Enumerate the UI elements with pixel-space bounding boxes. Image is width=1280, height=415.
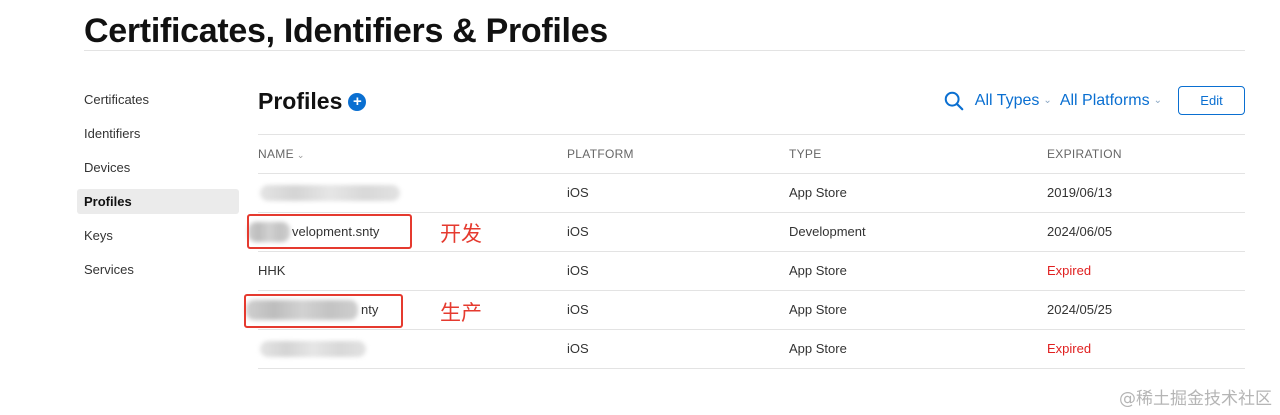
redacted-name xyxy=(260,341,366,357)
profiles-table: NAME ⌄ PLATFORM TYPE EXPIRATION iOS App S… xyxy=(246,134,1245,369)
filter-types-dropdown[interactable]: All Types ⌄ xyxy=(975,92,1052,110)
section-title: Profiles xyxy=(258,88,343,114)
table-row[interactable]: iOS App Store Expired xyxy=(258,330,1245,369)
column-header-expiration: EXPIRATION xyxy=(1047,147,1122,161)
profile-platform: iOS xyxy=(567,302,589,317)
profile-platform: iOS xyxy=(567,185,589,200)
annotation-box-prod xyxy=(244,294,403,328)
sidebar-item-keys[interactable]: Keys xyxy=(77,223,239,248)
title-divider xyxy=(84,50,1245,51)
profile-type: App Store xyxy=(789,302,847,317)
profile-platform: iOS xyxy=(567,263,589,278)
profile-type: App Store xyxy=(789,185,847,200)
profile-name[interactable]: HHK xyxy=(258,252,285,290)
sidebar-item-profiles[interactable]: Profiles xyxy=(77,189,239,214)
toolbar: All Types ⌄ All Platforms ⌄ Edit xyxy=(943,86,1245,115)
annotation-prod-label: 生产 xyxy=(440,301,482,325)
watermark: @稀土掘金技术社区 xyxy=(1119,389,1272,409)
profile-platform: iOS xyxy=(567,224,589,239)
column-header-type: TYPE xyxy=(789,147,822,161)
profile-platform: iOS xyxy=(567,341,589,356)
profile-type: Development xyxy=(789,224,866,239)
sidebar-item-certificates[interactable]: Certificates xyxy=(77,87,239,112)
profile-expiration: 2019/06/13 xyxy=(1047,185,1113,200)
sort-chevron-icon: ⌄ xyxy=(296,150,305,160)
profile-expiration-expired: Expired xyxy=(1047,341,1092,356)
profile-type: App Store xyxy=(789,263,847,278)
column-header-name-label: NAME xyxy=(258,147,294,161)
table-row[interactable]: iOS App Store 2019/06/13 xyxy=(258,174,1245,213)
table-row[interactable]: HHK iOS App Store Expired xyxy=(258,252,1245,291)
annotation-dev-label: 开发 xyxy=(440,222,482,246)
table-header-row: NAME ⌄ PLATFORM TYPE EXPIRATION xyxy=(258,135,1245,174)
chevron-down-icon: ⌄ xyxy=(1153,95,1162,106)
profile-type: App Store xyxy=(789,341,847,356)
sidebar-item-services[interactable]: Services xyxy=(77,257,239,282)
profile-expiration-expired: Expired xyxy=(1047,263,1092,278)
table-row[interactable]: nty iOS App Store 2024/05/25 xyxy=(246,291,1245,330)
sidebar-item-identifiers[interactable]: Identifiers xyxy=(77,121,239,146)
filter-platforms-dropdown[interactable]: All Platforms ⌄ xyxy=(1060,92,1162,110)
sidebar-item-devices[interactable]: Devices xyxy=(77,155,239,180)
section-header: Profiles + xyxy=(258,88,367,115)
column-header-platform: PLATFORM xyxy=(567,147,634,161)
filter-types-label: All Types xyxy=(974,91,1040,109)
profile-expiration: 2024/05/25 xyxy=(1047,302,1113,317)
sidebar: Certificates Identifiers Devices Profile… xyxy=(77,87,239,291)
page-title: Certificates, Identifiers & Profiles xyxy=(84,12,608,50)
filter-platforms-label: All Platforms xyxy=(1059,91,1150,109)
search-icon[interactable] xyxy=(943,90,965,112)
annotation-box-dev xyxy=(247,214,412,249)
profile-expiration: 2024/06/05 xyxy=(1047,224,1113,239)
chevron-down-icon: ⌄ xyxy=(1043,95,1052,106)
edit-button[interactable]: Edit xyxy=(1178,86,1245,115)
plus-circle-icon[interactable]: + xyxy=(348,92,367,111)
column-header-name[interactable]: NAME ⌄ xyxy=(258,135,305,173)
redacted-name xyxy=(260,185,400,201)
